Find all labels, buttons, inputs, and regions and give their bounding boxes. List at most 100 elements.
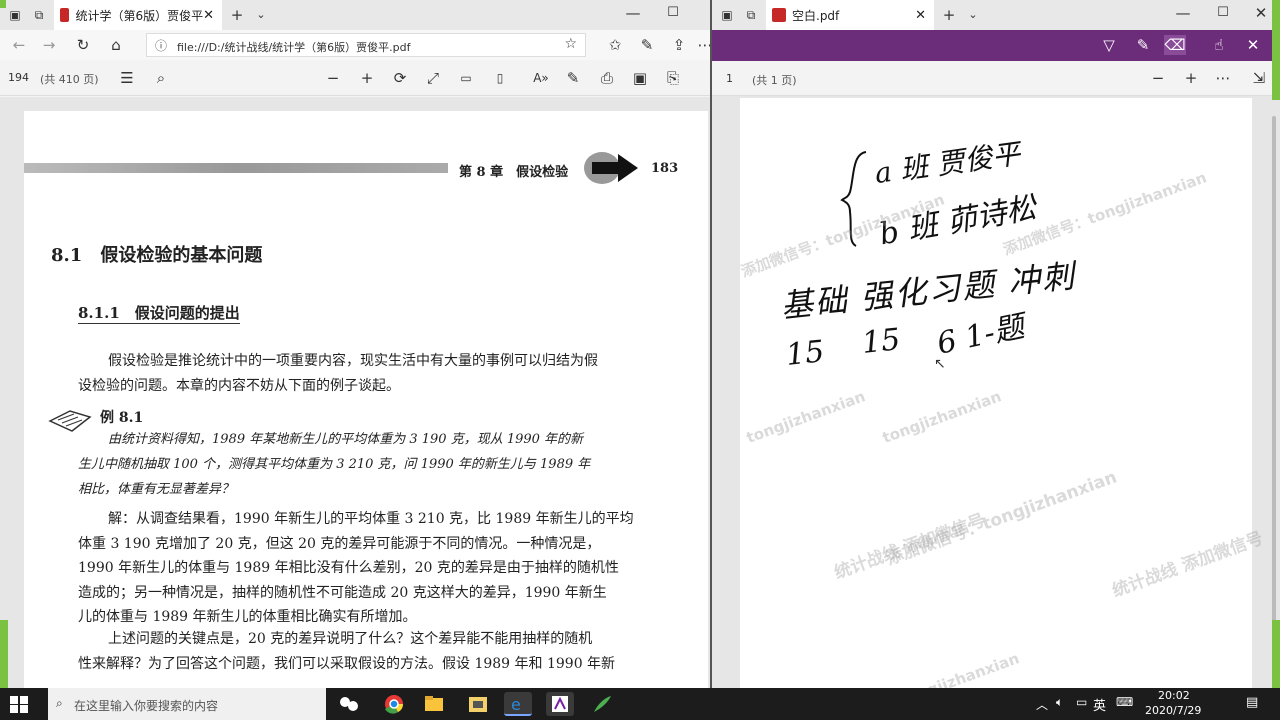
left-pdf-viewport[interactable]: 第 8 章 假设检验 183 8.1 假设检验的基本问题 8.1.1 假设问题的… — [0, 97, 710, 688]
page-number-input[interactable]: 1 — [726, 72, 733, 85]
forward-icon[interactable]: → — [38, 35, 60, 55]
text-line: 上述问题的关键点是，20 克的差异说明了什么？这个差异能不能用抽样的随机 — [108, 631, 593, 647]
notification-icon[interactable]: ▤ — [1246, 695, 1258, 710]
text-line: 假设检验是推论统计中的一项重要内容，现实生活中有大量的事例可以归结为假 — [108, 353, 598, 369]
edge-icon[interactable]: e — [504, 692, 532, 716]
favorites-icon[interactable]: ✩ — [604, 35, 626, 55]
refresh-icon[interactable]: ↻ — [72, 35, 94, 55]
print-icon[interactable]: ⎙ — [596, 68, 618, 88]
clock-date[interactable]: 2020/7/29 — [1145, 704, 1201, 717]
tab-actions-icon[interactable]: ▣ — [716, 5, 738, 25]
set-aside-tabs-icon[interactable]: ⧉ — [28, 5, 50, 25]
pin-toolbar-icon[interactable]: ⇲ — [1248, 68, 1270, 88]
handwritten-line-1: a 班 贾俊平 — [872, 136, 1023, 191]
info-icon: ⓘ — [155, 39, 168, 53]
left-nav-bar: ← → ↻ ⌂ ⓘ file:///D:/统计战线/统计学（第6版）贾俊平.pd… — [0, 30, 710, 60]
search-placeholder: 在这里输入你要搜索的内容 — [74, 699, 219, 713]
scrollbar[interactable] — [1270, 96, 1280, 656]
page-number-input[interactable]: 194 — [8, 71, 29, 84]
close-tab-icon[interactable]: ✕ — [915, 8, 926, 23]
chrome-icon[interactable] — [380, 692, 408, 716]
left-pdf-toolbar: 194 (共 410 页) ☰ ⌕ − + ⟳ ⤢ ▭ ▯ A» ✎ ⎙ ▣ ⎘ — [0, 60, 710, 96]
read-aloud-icon[interactable]: A» — [530, 68, 552, 88]
text-line: 相比，体重有无显著差异？ — [78, 482, 235, 497]
store-icon[interactable] — [464, 692, 492, 716]
green-frame — [0, 620, 8, 688]
taskbar: ⌕ 在这里输入你要搜索的内容 e ︿ 🔈︎ ▭ 英 ⌨ 20:02 2020/7… — [0, 688, 1280, 720]
close-window-icon[interactable]: ✕ — [1250, 3, 1272, 23]
chevron-down-icon[interactable]: ⌄ — [250, 5, 272, 25]
arrow-icon — [584, 151, 640, 185]
save-icon[interactable]: ▣ — [629, 68, 651, 88]
text-line: 由统计资料得知，1989 年某地新生儿的平均体重为 3 190 克，现从 199… — [108, 432, 584, 447]
task-view-icon[interactable] — [335, 692, 363, 716]
eraser-icon[interactable]: ⌫ — [1164, 35, 1186, 55]
maximize-icon[interactable]: ☐ — [662, 3, 684, 23]
left-browser-window: ▣ ⧉ 统计学（第6版）贾俊平 ✕ + ⌄ — ☐ ← → ↻ ⌂ ⓘ file… — [0, 0, 710, 688]
pen-icon[interactable]: ✎ — [1132, 35, 1154, 55]
search-box[interactable]: ⌕ 在这里输入你要搜索的内容 — [48, 688, 326, 720]
ime-indicator[interactable]: 英 — [1093, 695, 1106, 714]
draw-icon[interactable]: ✎ — [562, 68, 584, 88]
intro-paragraph: 假设检验是推论统计中的一项重要内容，现实生活中有大量的事例可以归结为假 设检验的… — [78, 349, 678, 399]
minimize-icon[interactable]: — — [622, 3, 644, 23]
back-icon[interactable]: ← — [8, 35, 30, 55]
contents-icon[interactable]: ☰ — [116, 68, 138, 88]
more-icon[interactable]: ⋯ — [1212, 68, 1234, 88]
windows-start-icon[interactable] — [10, 696, 28, 713]
textbook-page: 第 8 章 假设检验 183 8.1 假设检验的基本问题 8.1.1 假设问题的… — [24, 111, 708, 688]
header-decoration — [24, 163, 448, 173]
exit-ink-icon[interactable]: ✕ — [1242, 35, 1264, 55]
favorite-star-icon[interactable]: ☆ — [564, 36, 577, 52]
scrollbar-thumb[interactable] — [1272, 116, 1276, 646]
fit-page-icon[interactable]: ⤢ — [422, 68, 444, 88]
network-icon[interactable]: ▭ — [1076, 695, 1087, 709]
more-icon[interactable]: ⋯ — [694, 35, 711, 55]
search-icon[interactable]: ⌕ — [150, 68, 172, 88]
key-point-paragraph: 上述问题的关键点是，20 克的差异说明了什么？这个差异能不能用抽样的随机 性来解… — [78, 627, 688, 677]
tab-blank-pdf[interactable]: 空白.pdf ✕ — [766, 0, 934, 30]
zoom-out-icon[interactable]: − — [322, 68, 344, 88]
tab-blank-pdf-title: 空白.pdf — [792, 8, 840, 23]
zoom-in-icon[interactable]: + — [356, 68, 378, 88]
volume-icon[interactable]: 🔈︎ — [1056, 695, 1063, 710]
zoom-in-icon[interactable]: + — [1180, 68, 1202, 88]
chevron-up-icon[interactable]: ︿ — [1036, 696, 1048, 713]
address-bar[interactable]: ⓘ file:///D:/统计战线/统计学（第6版）贾俊平.pdf ☆ — [146, 33, 586, 57]
set-aside-tabs-icon[interactable]: ⧉ — [740, 5, 762, 25]
page-view-icon[interactable]: ▭ — [455, 68, 477, 88]
text-line: 1990 年新生儿的体重与 1989 年相比没有什么差别，20 克的差异是由于抽… — [78, 560, 619, 576]
touch-write-icon[interactable]: ☝ — [1208, 35, 1230, 55]
file-explorer-icon[interactable] — [420, 692, 448, 716]
green-frame — [1272, 620, 1280, 688]
home-icon[interactable]: ⌂ — [105, 35, 127, 55]
maximize-icon[interactable]: ☐ — [1212, 3, 1234, 23]
quill-app-icon[interactable] — [588, 692, 616, 716]
text-line: 生儿中随机抽取 100 个，测得其平均体重为 3 210 克，问 1990 年的… — [78, 457, 591, 472]
example-label: 例 8.1 — [100, 410, 144, 426]
tab-actions-icon[interactable]: ▣ — [4, 5, 26, 25]
media-app-icon[interactable] — [546, 692, 574, 716]
keyboard-icon[interactable]: ⌨ — [1116, 695, 1133, 709]
ink-toolbar: ▽ ✎ ⌫ ☝ ✕ — [712, 30, 1280, 61]
new-tab-icon[interactable]: + — [938, 5, 960, 25]
zoom-out-icon[interactable]: − — [1147, 68, 1169, 88]
rotate-icon[interactable]: ⟳ — [389, 68, 411, 88]
page-number-printed: 183 — [651, 161, 679, 176]
minimize-icon[interactable]: — — [1172, 3, 1194, 23]
share-icon[interactable]: ⇪ — [668, 35, 690, 55]
close-tab-icon[interactable]: ✕ — [203, 8, 214, 23]
text-line: 儿的体重与 1989 年新生儿的体重相比确实有所增加。 — [78, 609, 417, 625]
highlighter-icon[interactable]: ▽ — [1098, 35, 1120, 55]
chevron-down-icon[interactable]: ⌄ — [962, 5, 984, 25]
save-as-icon[interactable]: ⎘ — [662, 68, 684, 88]
page-count: (共 1 页) — [752, 74, 797, 87]
chapter-header: 第 8 章 假设检验 — [459, 165, 569, 180]
new-tab-icon[interactable]: + — [226, 5, 248, 25]
handwritten-count-basic: 15 — [784, 334, 826, 373]
subsection-title: 8.1.1 假设问题的提出 — [78, 304, 240, 324]
clock-time[interactable]: 20:02 — [1158, 689, 1190, 702]
tab-textbook[interactable]: 统计学（第6版）贾俊平 ✕ — [54, 0, 222, 30]
two-page-icon[interactable]: ▯ — [489, 68, 511, 88]
pen-icon[interactable]: ✎ — [636, 35, 658, 55]
